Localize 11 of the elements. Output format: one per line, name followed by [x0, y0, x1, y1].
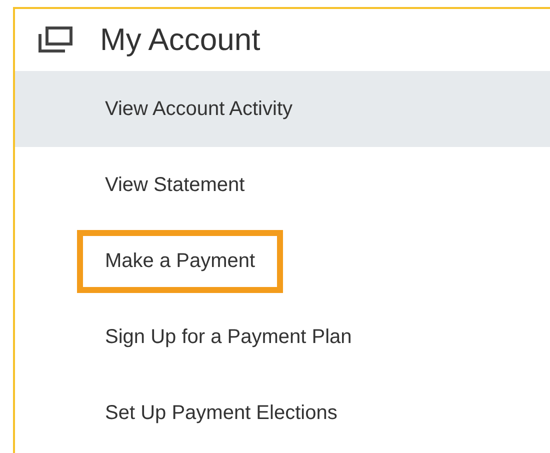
menu-item[interactable]: Make a Payment — [77, 230, 284, 292]
panel-title: My Account — [100, 22, 260, 58]
menu-item[interactable]: Set Up Payment Elections — [77, 382, 366, 444]
menu-row[interactable]: Make a Payment — [15, 223, 550, 299]
menu-row[interactable]: View Account Activity — [15, 71, 550, 147]
menu-item[interactable]: View Statement — [77, 154, 273, 216]
menu-item[interactable]: Sign Up for a Payment Plan — [77, 306, 380, 368]
menu-row[interactable]: Set Up Payment Elections — [15, 375, 550, 451]
menu-item[interactable]: View Account Activity — [77, 78, 320, 140]
menu-row[interactable]: Sign Up for a Payment Plan — [15, 299, 550, 375]
menu-row[interactable]: View Statement — [15, 147, 550, 223]
